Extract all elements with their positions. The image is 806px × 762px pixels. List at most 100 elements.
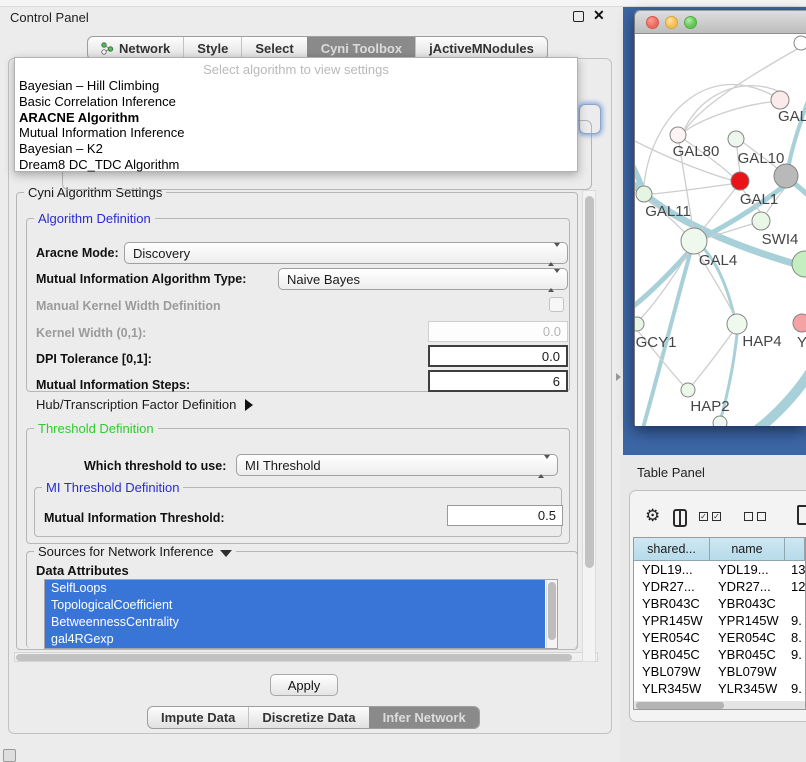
select-all-icon[interactable]: ✓ ✓ [699,512,721,521]
tab-impute-data[interactable]: Impute Data [148,707,248,728]
table-column-header[interactable]: name [710,538,785,561]
data-attribute-item[interactable]: gal4RGexp [45,631,545,648]
network-node-gal80[interactable] [670,127,686,143]
corner-grid-icon[interactable] [3,749,16,762]
network-node-gal4[interactable] [681,228,707,254]
table-column-header[interactable]: shared... [634,538,710,561]
aracne-mode-select[interactable]: Discovery [124,242,568,264]
mi-algorithm-type-label: Mutual Information Algorithm Type: [36,272,246,286]
algorithm-dropdown-popup: Select algorithm to view settings Bayesi… [14,57,578,172]
deselect-all-icon[interactable] [744,512,766,521]
network-node-label: GCY1 [636,334,677,351]
gear-icon[interactable]: ⚙ [645,506,660,526]
algorithm-option[interactable]: Basic Correlation Inference [15,94,577,110]
network-node-label: GAL10 [738,150,785,167]
table-scrollbar-thumb[interactable] [636,702,724,709]
algorithm-option[interactable]: Bayesian – K2 [15,141,577,157]
table-horizontal-scrollbar[interactable] [634,701,805,710]
algorithm-option[interactable]: Bayesian – Hill Climbing [15,78,577,94]
algorithm-option[interactable]: ARACNE Algorithm [15,110,577,126]
table-row[interactable]: YPR145WYPR145W9. [634,612,805,629]
table-row[interactable]: YDR27...YDR27...12 [634,578,805,595]
obscured-combo-focus-ring [579,104,601,134]
table-cell: 9. [785,680,805,697]
mac-minimize-button[interactable] [665,16,678,29]
table-column-header[interactable] [785,538,805,561]
mi-threshold-field[interactable]: 0.5 [447,505,563,526]
network-node-gal1[interactable] [731,172,749,190]
stepper-arrows-icon [548,273,560,288]
close-panel-icon[interactable]: ✕ [593,7,605,24]
tab-infer-network[interactable]: Infer Network [369,707,479,728]
network-node-gcy1[interactable] [635,317,644,331]
settings-horizontal-scrollbar-thumb[interactable] [16,654,572,661]
table-row[interactable]: YDL19...YDL19...13 [634,561,805,578]
algorithm-option[interactable]: Dream8 DC_TDC Algorithm [15,157,577,173]
panel-divider-arrow[interactable] [616,373,621,381]
mi-algorithm-type-select[interactable]: Naive Bayes [278,268,568,290]
network-node-y[interactable] [793,314,806,332]
control-panel-title: Control Panel [10,10,89,25]
data-attribute-item[interactable]: TopologicalCoefficient [45,597,545,614]
mac-close-button[interactable] [646,16,659,29]
table-row[interactable]: YER054CYER054C8. [634,629,805,646]
table-cell: 13 [785,561,805,578]
data-attribute-item[interactable]: BetweennessCentrality [45,614,545,631]
network-node-hap4[interactable] [727,314,747,334]
network-node-label: GAL [778,108,806,125]
table-row[interactable]: YLR345WYLR345W9. [634,680,805,697]
network-node[interactable] [792,251,806,277]
mac-zoom-button[interactable] [684,16,697,29]
settings-vertical-scrollbar-thumb[interactable] [585,196,594,568]
table-cell [785,663,805,680]
network-edge [693,333,732,384]
tab-label: Style [197,41,228,56]
tab-style[interactable]: Style [183,37,241,59]
table-cell: YBR045C [634,646,710,663]
empty-box-icon [744,512,753,521]
tab-network[interactable]: Network [88,37,183,59]
table-row[interactable]: YBR043CYBR043C [634,595,805,612]
network-canvas[interactable]: GALGAL80GAL10GAL1GAL11SWI4GAL4GCY1HAP4YH… [635,34,806,426]
tab-discretize-data[interactable]: Discretize Data [248,707,368,728]
stepper-arrows-icon [548,247,560,262]
network-window-titlebar[interactable] [635,11,806,34]
table-row[interactable]: YBR045CYBR045C9. [634,646,805,663]
hub-definition-expander[interactable]: Hub/Transcription Factor Definition [36,397,253,412]
table-cell: YBL079W [634,663,710,680]
sources-group-title[interactable]: Sources for Network Inference [34,544,236,559]
network-node-gal11[interactable] [636,186,652,202]
tab-select[interactable]: Select [241,37,306,59]
network-view-window[interactable]: GALGAL80GAL10GAL1GAL11SWI4GAL4GCY1HAP4YH… [634,10,806,425]
network-node[interactable] [774,164,798,188]
float-panel-icon[interactable] [573,11,584,22]
tab-jactivemnodules[interactable]: jActiveMNodules [415,37,547,59]
tab-cyni-toolbox[interactable]: Cyni Toolbox [307,37,415,59]
network-node[interactable] [794,36,806,50]
which-threshold-select[interactable]: MI Threshold [236,454,558,476]
network-node[interactable] [713,416,727,426]
column-browser-icon[interactable] [673,509,687,527]
table-cell: YER054C [634,629,710,646]
data-attribute-item[interactable]: SelfLoops [45,580,545,597]
algorithm-option[interactable]: Mutual Information Inference [15,125,577,141]
network-node-hap2[interactable] [681,383,695,397]
network-node-label: GAL80 [673,143,720,160]
table-row[interactable]: YBL079WYBL079W [634,663,805,680]
network-edge [788,92,806,170]
table-cell [785,595,805,612]
network-node-swi4[interactable] [752,212,770,230]
data-attributes-list: SelfLoopsTopologicalCoefficientBetweenne… [44,579,558,649]
network-node-gal10[interactable] [728,131,744,147]
network-node-label: HAP2 [690,398,729,415]
mi-steps-field[interactable]: 6 [428,370,568,392]
table-cell: 12 [785,578,805,595]
dpi-tolerance-field[interactable]: 0.0 [428,345,568,367]
kernel-width-label: Kernel Width (0,1): [36,326,146,340]
attribute-list-scrollbar-thumb[interactable] [548,582,556,640]
apply-button[interactable]: Apply [270,674,338,696]
document-icon[interactable] [797,505,806,525]
network-node-label: SWI4 [762,231,799,248]
network-node-gal[interactable] [771,91,789,109]
data-attributes-label: Data Attributes [36,563,129,578]
